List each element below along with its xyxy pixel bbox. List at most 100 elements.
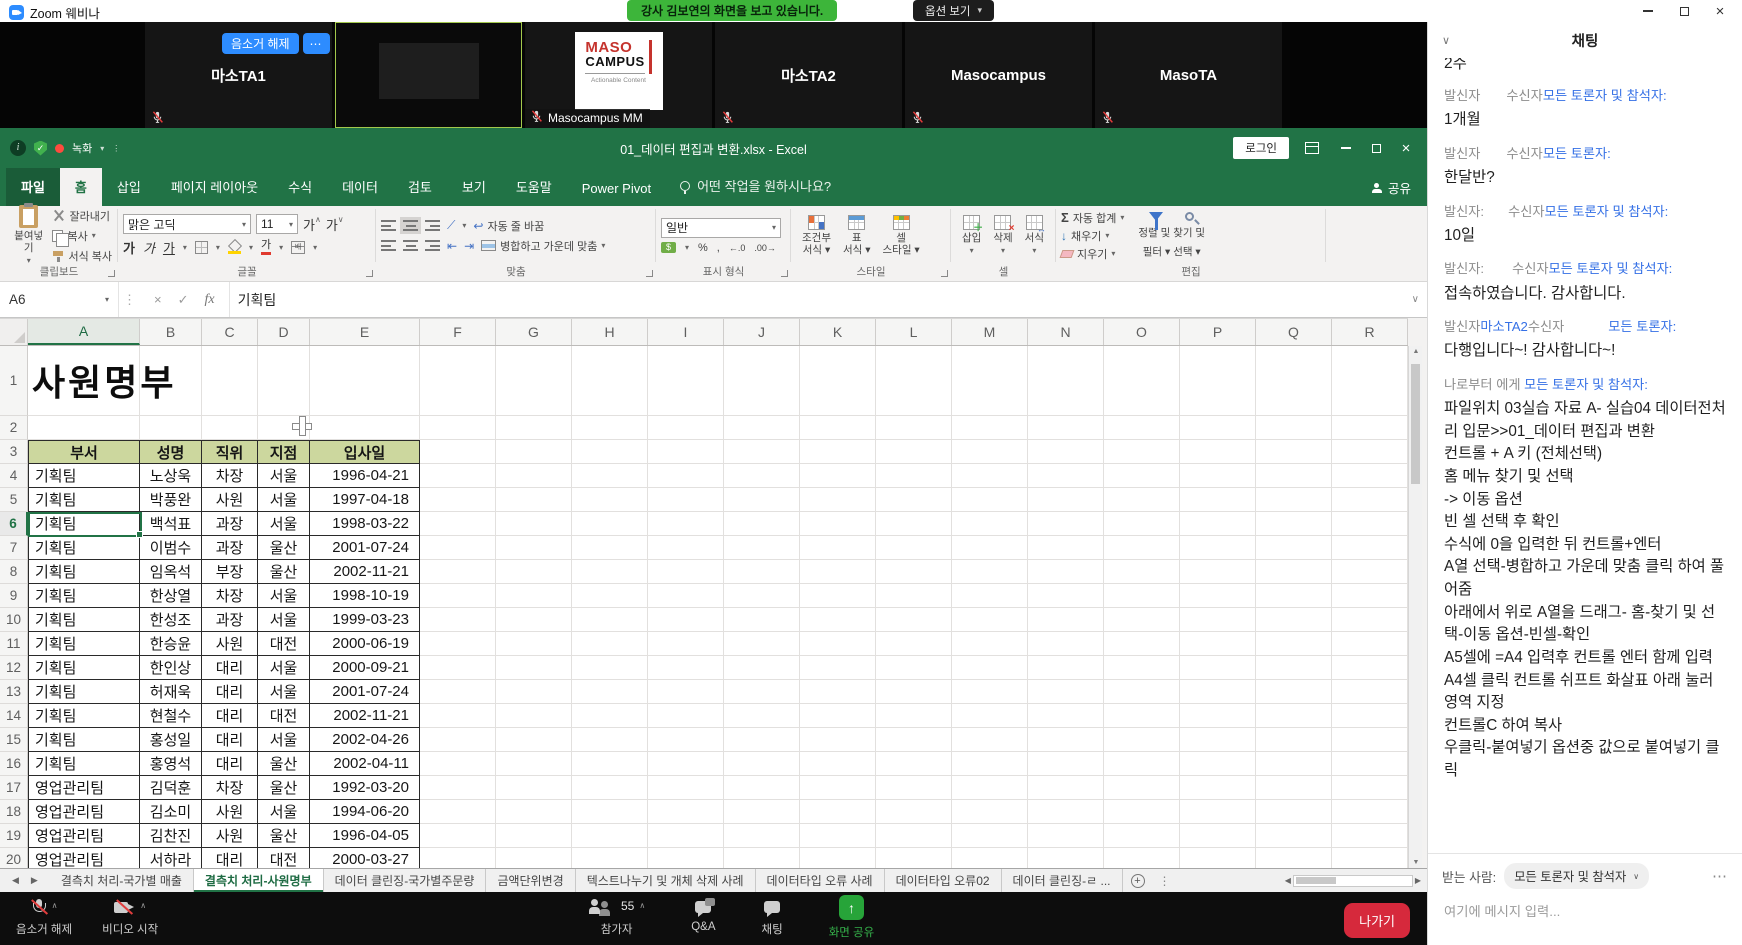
cell-E16[interactable]: 2002-04-11: [310, 752, 420, 776]
cell-M3[interactable]: [952, 440, 1028, 464]
cell-R7[interactable]: [1332, 536, 1408, 560]
sort-filter-label[interactable]: 정렬 및 찾기 및: [1138, 225, 1205, 240]
leave-button[interactable]: 나가기: [1344, 903, 1410, 938]
cell-P4[interactable]: [1180, 464, 1256, 488]
cell-O20[interactable]: [1104, 848, 1180, 868]
ribbon-tab-데이터[interactable]: 데이터: [327, 168, 393, 206]
cell-K19[interactable]: [800, 824, 876, 848]
cell-E17[interactable]: 1992-03-20: [310, 776, 420, 800]
bold-button[interactable]: 가: [123, 238, 135, 257]
sort-filter-icon[interactable]: [1149, 212, 1163, 221]
align-left-icon[interactable]: [381, 240, 396, 251]
cell-K3[interactable]: [800, 440, 876, 464]
cell-A14[interactable]: 기획팀: [28, 704, 140, 728]
cell-J3[interactable]: [724, 440, 800, 464]
cell-R1[interactable]: [1332, 346, 1408, 416]
cell-B17[interactable]: 김덕훈: [140, 776, 202, 800]
cell-H2[interactable]: [572, 416, 648, 440]
cell-I20[interactable]: [648, 848, 724, 868]
cell-F3[interactable]: [420, 440, 496, 464]
cell-F8[interactable]: [420, 560, 496, 584]
cell-J17[interactable]: [724, 776, 800, 800]
cell-E20[interactable]: 2000-03-27: [310, 848, 420, 868]
align-top-icon[interactable]: [381, 220, 396, 231]
cell-P14[interactable]: [1180, 704, 1256, 728]
maximize-button[interactable]: [1666, 0, 1702, 22]
cell-I17[interactable]: [648, 776, 724, 800]
cell-I10[interactable]: [648, 608, 724, 632]
cell-A2[interactable]: [28, 416, 140, 440]
format-as-table-button[interactable]: 표 서식 ▾: [837, 215, 877, 256]
row-header-16[interactable]: 16: [0, 752, 28, 776]
cell-G10[interactable]: [496, 608, 572, 632]
cell-Q8[interactable]: [1256, 560, 1332, 584]
dialog-launcher-icon[interactable]: [366, 270, 373, 277]
cell-J9[interactable]: [724, 584, 800, 608]
cell-I19[interactable]: [648, 824, 724, 848]
cell-A19[interactable]: 영업관리팀: [28, 824, 140, 848]
cell-I15[interactable]: [648, 728, 724, 752]
cell-L13[interactable]: [876, 680, 952, 704]
column-header-N[interactable]: N: [1028, 319, 1104, 345]
cell-G19[interactable]: [496, 824, 572, 848]
view-options-button[interactable]: 옵션 보기 ▾: [913, 0, 994, 21]
cell-styles-button[interactable]: 셀 스타일 ▾: [877, 215, 926, 256]
dialog-launcher-icon[interactable]: [108, 270, 115, 277]
participants-control[interactable]: 55∧ 참가자: [588, 899, 645, 940]
cell-H14[interactable]: [572, 704, 648, 728]
cell-P19[interactable]: [1180, 824, 1256, 848]
ribbon-tab-도움말[interactable]: 도움말: [501, 168, 567, 206]
font-size-select[interactable]: 11▾: [256, 214, 298, 234]
cell-Q13[interactable]: [1256, 680, 1332, 704]
cell-B19[interactable]: 김찬진: [140, 824, 202, 848]
row-header-4[interactable]: 4: [0, 464, 28, 488]
cell-G7[interactable]: [496, 536, 572, 560]
cell-J1[interactable]: [724, 346, 800, 416]
cell-D8[interactable]: 울산: [258, 560, 310, 584]
cell-Q2[interactable]: [1256, 416, 1332, 440]
cell-C2[interactable]: [202, 416, 258, 440]
cell-E7[interactable]: 2001-07-24: [310, 536, 420, 560]
cell-M15[interactable]: [952, 728, 1028, 752]
cell-M16[interactable]: [952, 752, 1028, 776]
percent-style-button[interactable]: %: [698, 242, 708, 254]
ribbon-tab-삽입[interactable]: 삽입: [102, 168, 156, 206]
cell-R9[interactable]: [1332, 584, 1408, 608]
cell-O7[interactable]: [1104, 536, 1180, 560]
cell-I8[interactable]: [648, 560, 724, 584]
cell-N19[interactable]: [1028, 824, 1104, 848]
cell-M20[interactable]: [952, 848, 1028, 868]
video-tile-5[interactable]: Masocampus: [905, 22, 1092, 128]
insert-cells-button[interactable]: ＋ 삽입▾: [956, 215, 987, 255]
cell-Q9[interactable]: [1256, 584, 1332, 608]
cell-N5[interactable]: [1028, 488, 1104, 512]
cell-B11[interactable]: 한승윤: [140, 632, 202, 656]
autosum-button[interactable]: Σ자동 합계▾: [1061, 210, 1124, 226]
cell-Q20[interactable]: [1256, 848, 1332, 868]
cell-E15[interactable]: 2002-04-26: [310, 728, 420, 752]
minimize-button[interactable]: [1630, 0, 1666, 22]
cell-K17[interactable]: [800, 776, 876, 800]
cell-C3[interactable]: 직위: [202, 440, 258, 464]
cell-P8[interactable]: [1180, 560, 1256, 584]
cell-M12[interactable]: [952, 656, 1028, 680]
merge-center-button[interactable]: 병합하고 가운데 맞춤▾: [481, 238, 605, 254]
cell-R17[interactable]: [1332, 776, 1408, 800]
row-header-2[interactable]: 2: [0, 416, 28, 440]
cell-J19[interactable]: [724, 824, 800, 848]
row-header-1[interactable]: 1: [0, 346, 28, 416]
cell-M8[interactable]: [952, 560, 1028, 584]
column-header-M[interactable]: M: [952, 319, 1028, 345]
qat-customize-icon[interactable]: ⋮: [112, 144, 120, 153]
cell-C1[interactable]: [202, 346, 258, 416]
name-box[interactable]: A6 ▾: [0, 282, 118, 317]
cell-B18[interactable]: 김소미: [140, 800, 202, 824]
ribbon-tab-홈[interactable]: 홈: [60, 168, 102, 206]
cell-L20[interactable]: [876, 848, 952, 868]
info-icon[interactable]: i: [10, 140, 26, 156]
cell-I14[interactable]: [648, 704, 724, 728]
shrink-font-button[interactable]: 가∨: [326, 215, 344, 234]
number-format-select[interactable]: 일반▾: [661, 218, 781, 238]
cell-P17[interactable]: [1180, 776, 1256, 800]
cell-L7[interactable]: [876, 536, 952, 560]
